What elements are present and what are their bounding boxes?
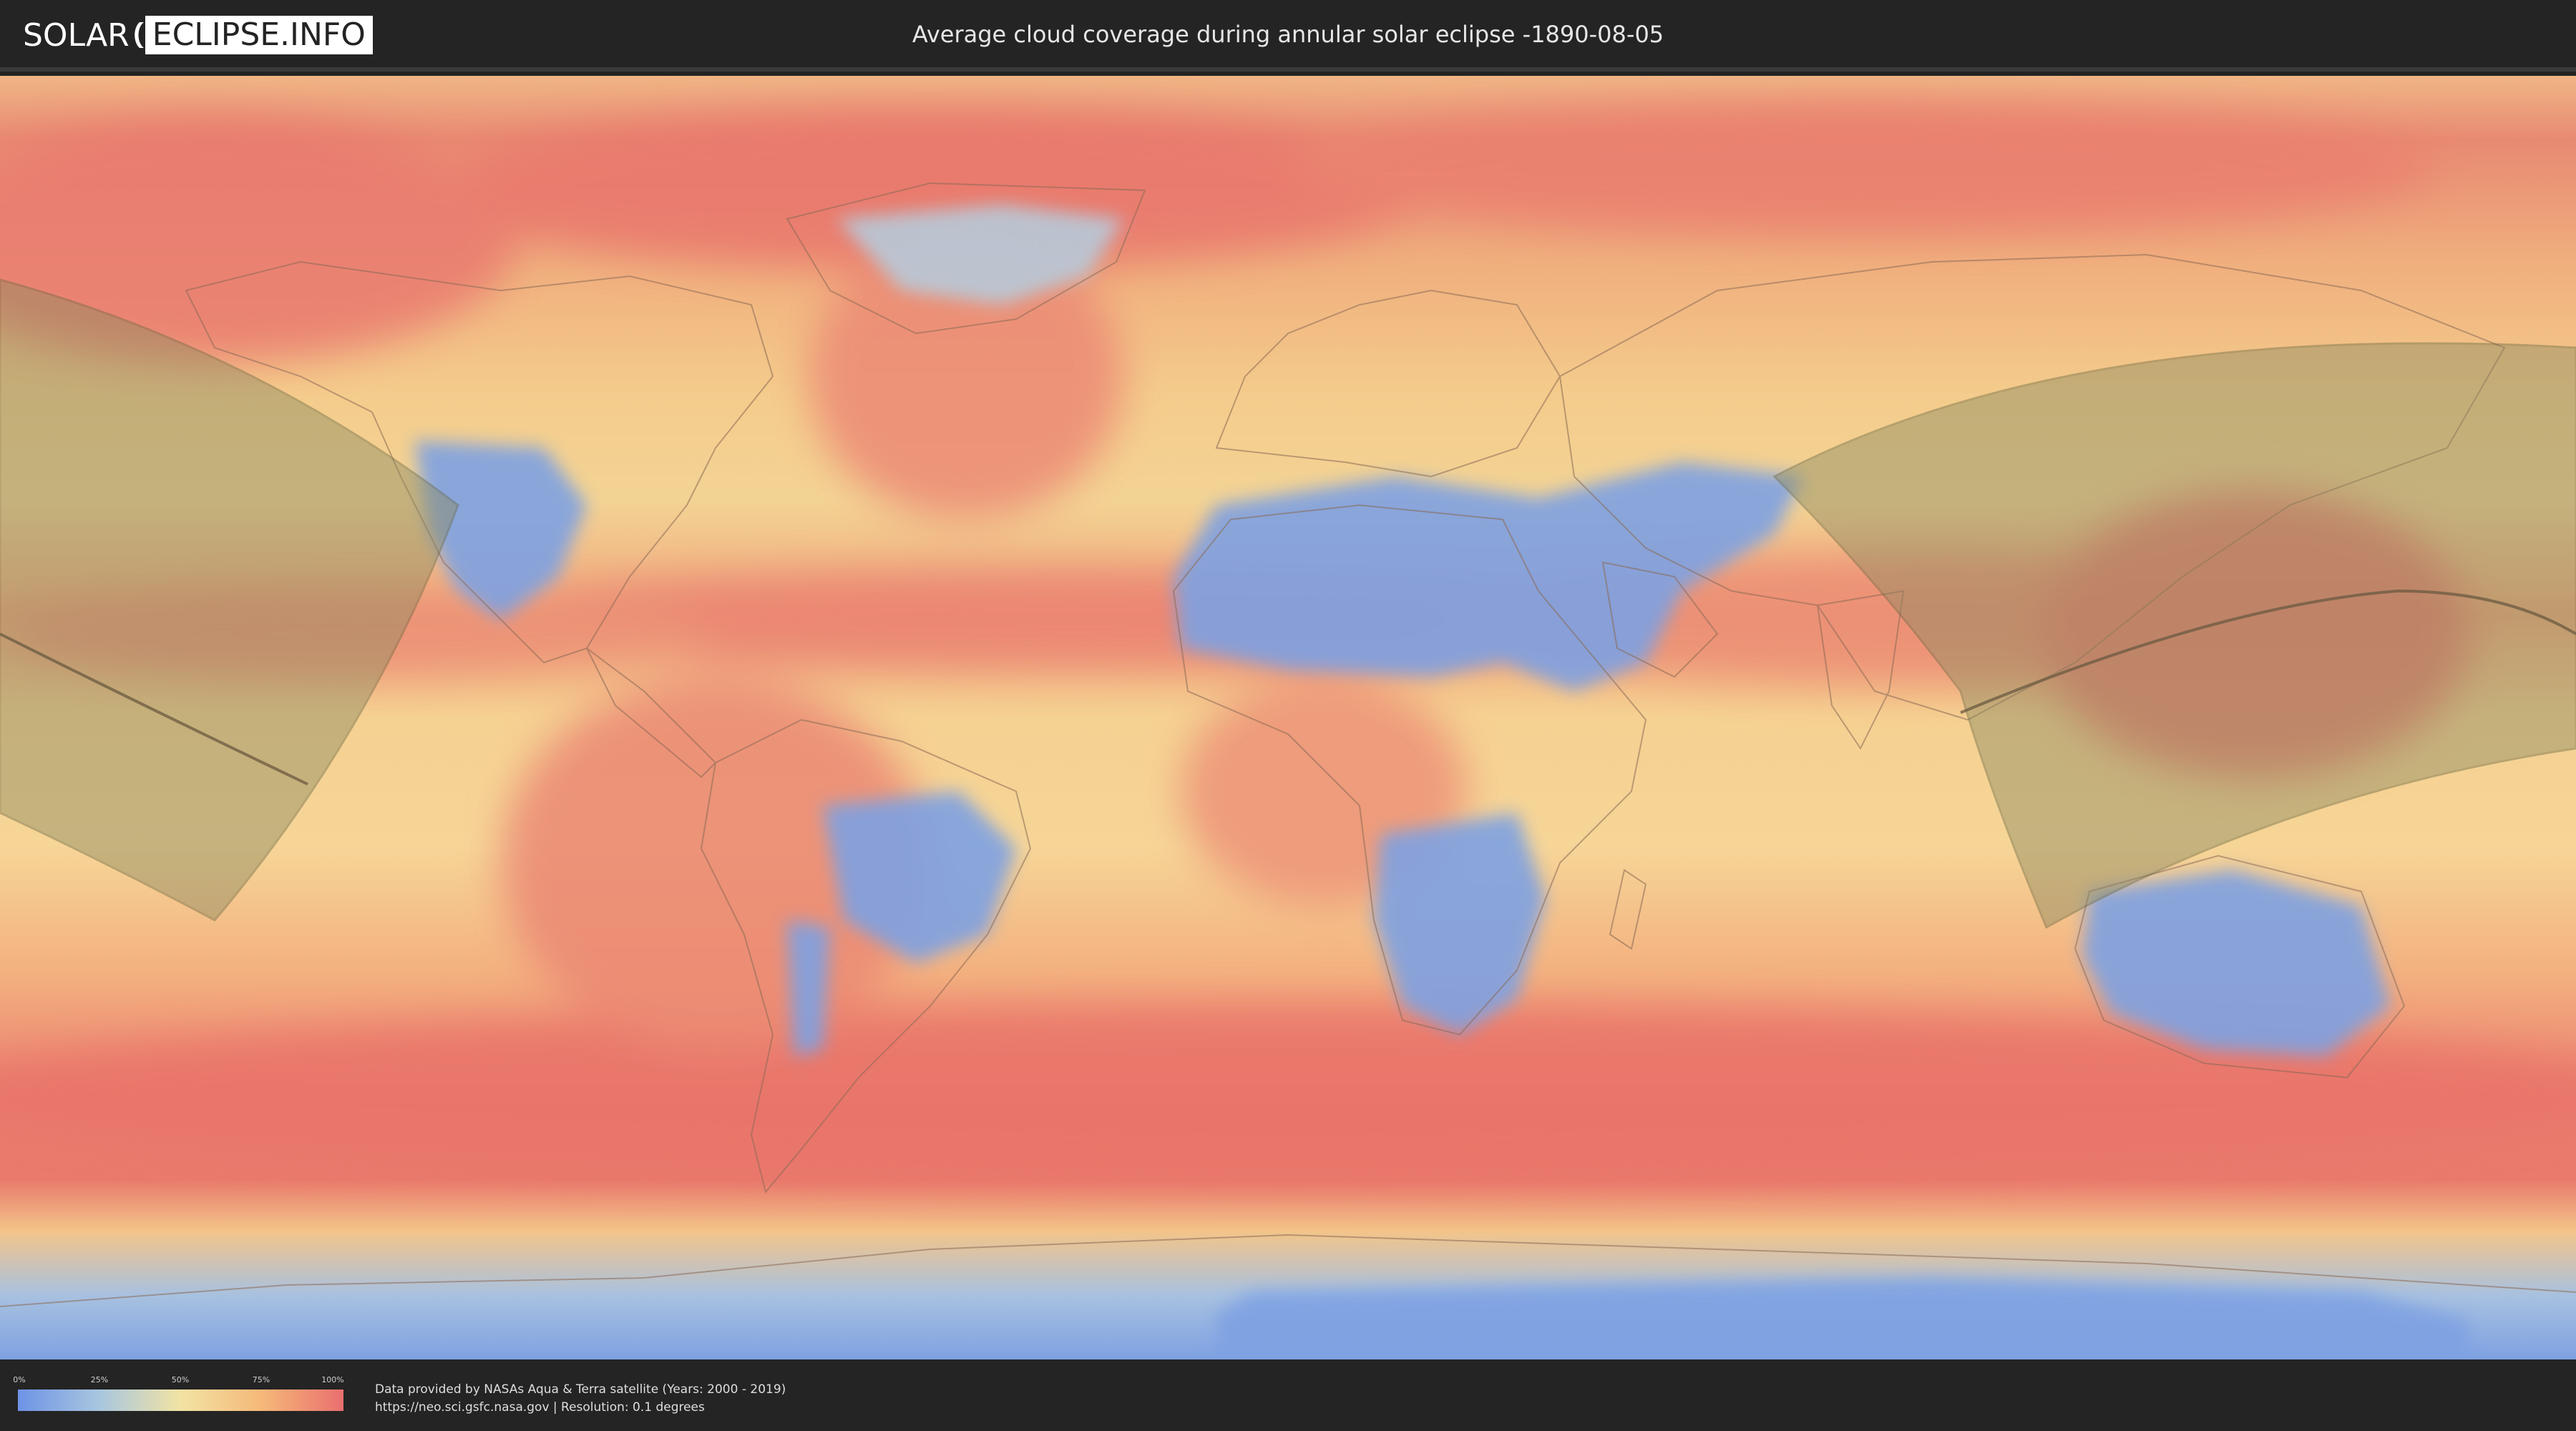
page-title: Average cloud coverage during annular so… <box>912 21 1664 48</box>
legend-tick-0: 0% <box>13 1375 26 1384</box>
legend-tick-25: 25% <box>90 1375 109 1384</box>
legend-tick-50: 50% <box>171 1375 190 1384</box>
credits-line-url[interactable]: https://neo.sci.gsfc.nasa.gov | Resoluti… <box>375 1399 786 1417</box>
crescent-icon <box>134 21 150 49</box>
legend-tick-100: 100% <box>321 1375 344 1384</box>
data-credits: Data provided by NASAs Aqua & Terra sate… <box>375 1381 786 1417</box>
cloud-coverage-legend: 0% 25% 50% 75% 100% <box>13 1375 344 1411</box>
legend-color-bar <box>18 1390 343 1411</box>
footer-bar: 0% 25% 50% 75% 100% Data provided by NAS… <box>0 1359 2576 1431</box>
world-map-svg <box>0 76 2576 1359</box>
legend-tick-75: 75% <box>252 1375 270 1384</box>
legend-ticks: 0% 25% 50% 75% 100% <box>13 1375 344 1385</box>
cloud-coverage-map[interactable] <box>0 76 2576 1359</box>
credits-line-source: Data provided by NASAs Aqua & Terra sate… <box>375 1382 786 1397</box>
header-bar: SOLAR ECLIPSE.INFO Average cloud coverag… <box>0 0 2576 72</box>
